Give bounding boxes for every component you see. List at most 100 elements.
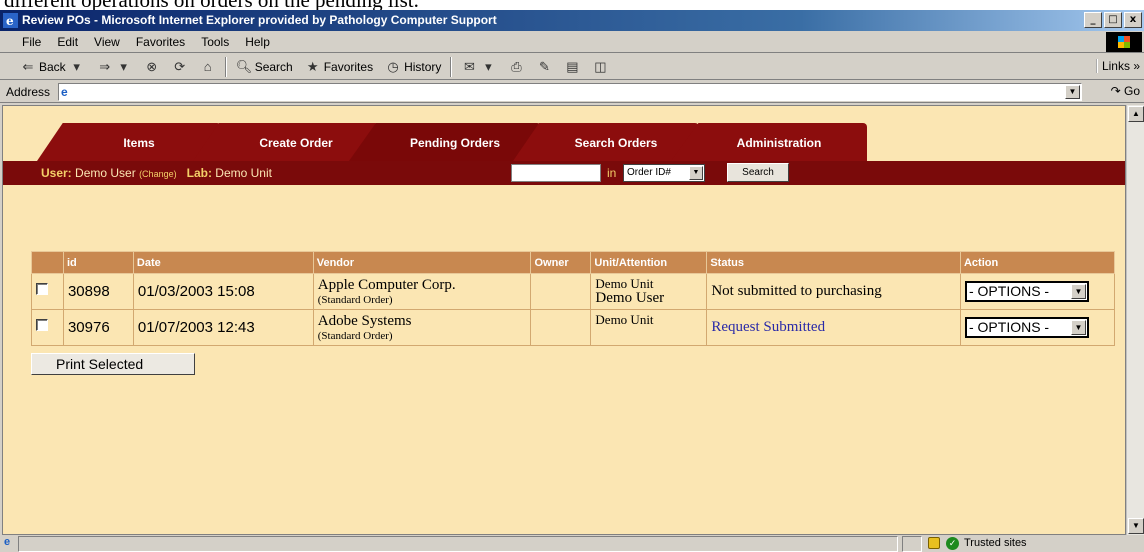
toolbar-separator (450, 56, 453, 77)
history-icon: ◷ (387, 58, 399, 74)
header-action: Action (959, 251, 1116, 274)
vertical-scrollbar[interactable]: ▲ ▼ (1126, 105, 1144, 535)
options-select-value: - OPTIONS - (968, 319, 1050, 335)
minimize-button[interactable]: _ (1084, 12, 1102, 28)
discuss-button[interactable]: ▤ (558, 59, 586, 75)
header-owner: Owner (530, 251, 592, 274)
chevron-down-icon: ▾ (73, 58, 80, 74)
lock-icon (928, 537, 940, 549)
table-row: 30898 01/03/2003 15:08 Apple Computer Co… (31, 273, 1116, 310)
scroll-down-icon[interactable]: ▼ (1128, 518, 1144, 534)
options-select-value: - OPTIONS - (968, 283, 1050, 299)
row-checkbox[interactable] (36, 319, 48, 331)
chevron-down-icon: ▾ (120, 58, 127, 74)
menu-view[interactable]: View (86, 35, 128, 49)
print-selected-button[interactable]: Print Selected (31, 353, 195, 375)
go-button[interactable]: ↷ Go (1111, 84, 1140, 98)
title-bar: e Review POs - Microsoft Internet Explor… (0, 10, 1144, 31)
order-type: (Standard Order) (317, 330, 393, 342)
unit-name: Demo Unit (595, 312, 654, 327)
options-select[interactable]: - OPTIONS - ▼ (964, 281, 1089, 302)
toolbar-separator (224, 56, 227, 77)
messenger-button[interactable]: ◫ (586, 59, 614, 75)
tab-administration-label: Administration (736, 136, 822, 150)
menu-favorites[interactable]: Favorites (128, 35, 193, 49)
links-button[interactable]: Links » (1095, 59, 1140, 73)
options-select[interactable]: - OPTIONS - ▼ (964, 317, 1089, 338)
row-checkbox[interactable] (36, 283, 48, 295)
back-button[interactable]: ⇐ Back ▾ (14, 59, 91, 75)
unit-attention-cell: Demo Unit (590, 309, 708, 346)
ie-logo-icon: e (3, 13, 18, 28)
tab-create-order[interactable]: Create Order (193, 123, 379, 161)
page-status-icon: e (4, 536, 11, 548)
search-button[interactable]: 🔍︎ Search (230, 59, 299, 75)
row-select-cell (31, 273, 64, 310)
action-cell: - OPTIONS - ▼ (959, 309, 1116, 346)
home-button[interactable]: ⌂ (194, 59, 222, 75)
vendor-name: Adobe Systems (317, 313, 412, 329)
change-user-link[interactable]: (Change) (139, 169, 177, 179)
menu-file[interactable]: File (14, 35, 49, 49)
lab-value: Demo Unit (215, 166, 272, 180)
security-zone-label: Trusted sites (964, 537, 1027, 549)
order-id: 30898 (62, 273, 134, 310)
status-link[interactable]: Request Submitted (706, 309, 961, 346)
go-arrow-icon: ↷ (1110, 84, 1121, 98)
stop-button[interactable]: ⊗ (138, 59, 166, 75)
window-title: Review POs - Microsoft Internet Explorer… (22, 13, 497, 27)
edit-button[interactable]: ✎ (530, 59, 558, 75)
unit-attention-cell: Demo Unit Demo User (590, 273, 708, 310)
refresh-icon: ⟳ (174, 58, 186, 74)
refresh-button[interactable]: ⟳ (166, 59, 194, 75)
order-search-input[interactable] (511, 164, 601, 182)
discuss-icon: ▤ (566, 58, 579, 74)
back-arrow-icon: ⇐ (22, 58, 34, 74)
search-icon: 🔍︎ (235, 58, 253, 74)
order-search-button[interactable]: Search (727, 163, 789, 182)
owner-cell (530, 273, 592, 310)
edit-icon: ✎ (538, 58, 550, 74)
scroll-up-icon[interactable]: ▲ (1128, 106, 1144, 122)
tab-items[interactable]: Items (37, 123, 221, 161)
menu-edit[interactable]: Edit (49, 35, 86, 49)
header-date: Date (132, 251, 314, 274)
user-label: User: (41, 166, 72, 180)
messenger-icon: ◫ (594, 58, 607, 74)
tab-administration[interactable]: Administration (671, 123, 867, 161)
favorites-button[interactable]: ★ Favorites (299, 59, 379, 75)
order-type: (Standard Order) (317, 294, 393, 306)
search-field-select[interactable]: Order ID# ▼ (623, 164, 705, 182)
address-dropdown-button[interactable]: ▼ (1065, 85, 1080, 99)
status-pane-blank (902, 536, 922, 552)
tab-items-label: Items (123, 136, 155, 150)
tab-pending-orders[interactable]: Pending Orders (349, 123, 541, 161)
mail-button[interactable]: ✉ ▾ (455, 59, 502, 75)
header-vendor: Vendor (312, 251, 532, 274)
unit-name: Demo Unit (595, 276, 654, 291)
order-id: 30976 (62, 309, 134, 346)
menu-help[interactable]: Help (237, 35, 278, 49)
forward-button[interactable]: ⇒ ▾ (91, 59, 138, 75)
in-label: in (607, 166, 617, 180)
menu-tools[interactable]: Tools (193, 35, 237, 49)
print-button[interactable]: ⎙ (502, 59, 530, 75)
chevron-down-icon: ▼ (1070, 284, 1086, 299)
tab-search-orders[interactable]: Search Orders (513, 123, 699, 161)
address-input[interactable]: e ▼ (58, 83, 1082, 101)
windows-logo-icon (1106, 32, 1142, 52)
page-icon: e (61, 85, 68, 99)
toolbar: ⇐ Back ▾ ⇒ ▾ ⊗ ⟳ ⌂ 🔍︎ Search ★ Favorites… (0, 54, 1144, 80)
order-date: 01/07/2003 12:43 (132, 309, 314, 346)
trusted-sites-icon: ✓ (946, 537, 959, 550)
maximize-button[interactable]: □ (1104, 12, 1122, 28)
tab-search-orders-label: Search Orders (574, 136, 658, 150)
favorites-label: Favorites (323, 59, 374, 74)
attention-name: Demo User (595, 290, 665, 306)
header-status: Status (706, 251, 961, 274)
browser-window: e Review POs - Microsoft Internet Explor… (0, 10, 1144, 552)
menu-bar: File Edit View Favorites Tools Help (0, 31, 1144, 53)
close-button[interactable]: x (1124, 12, 1142, 28)
history-button[interactable]: ◷ History (379, 59, 447, 75)
table-header-row: id Date Vendor Owner Unit/Attention Stat… (31, 251, 1116, 274)
